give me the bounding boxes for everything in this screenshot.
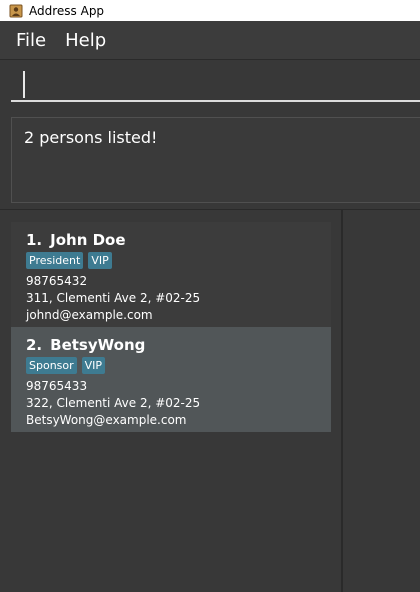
person-phone: 98765432 (26, 274, 88, 288)
result-display[interactable]: 2 persons listed! (11, 117, 420, 203)
person-list-pane[interactable]: 1. John Doe President VIP 98765432 311, C… (0, 209, 341, 592)
address-book-icon (9, 4, 23, 17)
tag: President (26, 252, 84, 269)
menu-file[interactable]: File (16, 30, 46, 51)
menu-bar: File Help (0, 21, 420, 59)
command-input[interactable] (11, 68, 420, 102)
person-email: johnd@example.com (26, 308, 153, 322)
detail-pane (343, 209, 420, 592)
person-email: BetsyWong@example.com (26, 413, 187, 427)
person-name: John Doe (50, 231, 126, 249)
tag: Sponsor (26, 357, 77, 374)
person-address: 311, Clementi Ave 2, #02-25 (26, 291, 201, 305)
tag-list: Sponsor VIP (26, 357, 331, 375)
person-index: 1. (26, 231, 43, 249)
result-message: 2 persons listed! (24, 128, 158, 147)
person-name-line: 2. BetsyWong (26, 335, 331, 357)
person-list: 1. John Doe President VIP 98765432 311, C… (11, 222, 331, 432)
app-window: Address App File Help 2 persons listed! … (0, 0, 420, 592)
command-box (0, 59, 420, 110)
person-name: BetsyWong (50, 336, 146, 354)
tag: VIP (88, 252, 112, 269)
window-title: Address App (29, 3, 105, 18)
person-index: 2. (26, 336, 43, 354)
person-card[interactable]: 2. BetsyWong Sponsor VIP 98765433 322, Cl… (11, 327, 331, 432)
text-caret (23, 71, 25, 98)
person-name-line: 1. John Doe (26, 230, 331, 252)
person-phone: 98765433 (26, 379, 88, 393)
person-address: 322, Clementi Ave 2, #02-25 (26, 396, 201, 410)
person-card[interactable]: 1. John Doe President VIP 98765432 311, C… (11, 222, 331, 327)
tag-list: President VIP (26, 252, 331, 270)
menu-help[interactable]: Help (65, 30, 106, 51)
tag: VIP (81, 357, 106, 374)
result-display-area: 2 persons listed! (0, 109, 420, 209)
title-bar[interactable]: Address App (0, 0, 420, 21)
